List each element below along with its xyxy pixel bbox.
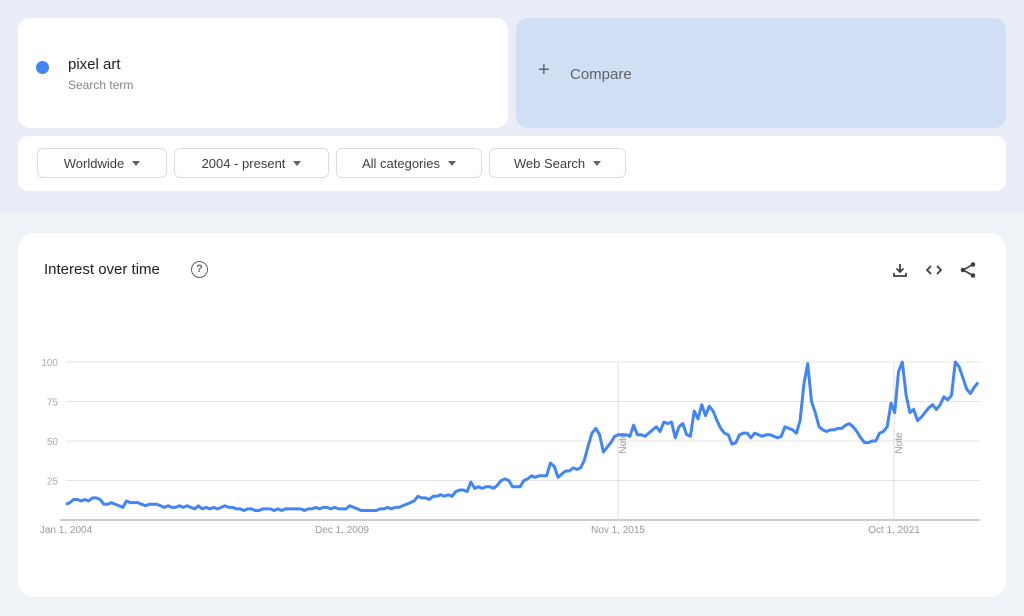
data-point[interactable] — [873, 439, 878, 444]
data-point[interactable] — [847, 421, 852, 426]
data-point[interactable] — [972, 385, 977, 390]
y-tick-label: 75 — [47, 398, 59, 409]
x-tick-label: Jan 1, 2004 — [40, 525, 93, 536]
data-point[interactable] — [654, 424, 659, 429]
interest-line-chart[interactable]: 25 50 75 100 Jan 1, 2004 Dec 1, 2009 Nov 1, 2… — [0, 0, 1024, 616]
data-point[interactable] — [468, 480, 473, 485]
data-point[interactable] — [907, 410, 912, 415]
data-point[interactable] — [900, 360, 905, 365]
data-point[interactable] — [608, 440, 613, 445]
data-point[interactable] — [643, 434, 648, 439]
data-point[interactable] — [718, 426, 723, 431]
data-point[interactable] — [885, 424, 890, 429]
data-point[interactable] — [495, 483, 500, 488]
data-point[interactable] — [801, 382, 806, 387]
data-point[interactable] — [559, 472, 564, 477]
data-point[interactable] — [627, 434, 632, 439]
x-tick-label: Dec 1, 2009 — [315, 525, 369, 536]
data-point[interactable] — [98, 497, 103, 502]
data-point[interactable] — [881, 429, 886, 434]
data-point[interactable] — [779, 434, 784, 439]
data-point[interactable] — [578, 465, 583, 470]
data-point[interactable] — [593, 426, 598, 431]
data-point[interactable] — [601, 450, 606, 455]
data-point[interactable] — [552, 464, 557, 469]
data-point[interactable] — [790, 427, 795, 432]
data-point[interactable] — [412, 499, 417, 504]
data-point[interactable] — [733, 440, 738, 445]
y-tick-label: 25 — [47, 477, 59, 488]
data-point[interactable] — [896, 369, 901, 374]
data-point[interactable] — [938, 402, 943, 407]
data-point[interactable] — [450, 494, 455, 499]
data-point[interactable] — [858, 435, 863, 440]
data-point[interactable] — [658, 429, 663, 434]
data-point[interactable] — [798, 418, 803, 423]
data-point[interactable] — [960, 375, 965, 380]
data-point[interactable] — [680, 421, 685, 426]
data-point[interactable] — [703, 413, 708, 418]
data-point[interactable] — [854, 429, 859, 434]
data-point[interactable] — [631, 423, 636, 428]
data-point[interactable] — [518, 484, 523, 489]
data-point[interactable] — [726, 432, 731, 437]
data-point[interactable] — [673, 435, 678, 440]
data-point[interactable] — [669, 420, 674, 425]
data-point[interactable] — [934, 407, 939, 412]
data-point[interactable] — [745, 431, 750, 436]
data-point[interactable] — [889, 401, 894, 406]
data-point[interactable] — [506, 478, 511, 483]
data-point[interactable] — [586, 443, 591, 448]
data-point[interactable] — [805, 361, 810, 366]
data-point[interactable] — [427, 497, 432, 502]
data-point[interactable] — [794, 431, 799, 436]
data-point[interactable] — [957, 364, 962, 369]
x-tick-label: Nov 1, 2015 — [591, 525, 645, 536]
data-point[interactable] — [590, 431, 595, 436]
note-label: Note — [894, 432, 905, 454]
data-point[interactable] — [964, 386, 969, 391]
data-point[interactable] — [930, 402, 935, 407]
data-point[interactable] — [945, 397, 950, 402]
y-tick-label: 50 — [47, 437, 59, 448]
data-point[interactable] — [809, 399, 814, 404]
x-tick-label: Oct 1, 2021 — [868, 525, 920, 536]
data-point[interactable] — [605, 445, 610, 450]
data-point[interactable] — [646, 431, 651, 436]
data-point[interactable] — [120, 505, 125, 510]
data-point[interactable] — [839, 426, 844, 431]
data-point[interactable] — [692, 409, 697, 414]
data-point[interactable] — [976, 380, 981, 385]
data-point[interactable] — [582, 458, 587, 463]
data-point[interactable] — [597, 432, 602, 437]
data-point[interactable] — [968, 391, 973, 396]
data-point[interactable] — [714, 418, 719, 423]
data-point[interactable] — [911, 407, 916, 412]
data-point[interactable] — [465, 489, 470, 494]
data-point[interactable] — [711, 409, 716, 414]
data-point[interactable] — [677, 424, 682, 429]
data-point[interactable] — [904, 393, 909, 398]
data-point[interactable] — [696, 416, 701, 421]
data-point[interactable] — [919, 415, 924, 420]
data-point[interactable] — [707, 404, 712, 409]
data-point[interactable] — [851, 424, 856, 429]
data-point[interactable] — [953, 360, 958, 365]
y-tick-label: 100 — [41, 358, 58, 369]
data-point[interactable] — [544, 473, 549, 478]
data-point[interactable] — [949, 393, 954, 398]
data-point[interactable] — [491, 486, 496, 491]
data-point[interactable] — [748, 435, 753, 440]
data-point[interactable] — [923, 410, 928, 415]
data-point[interactable] — [699, 402, 704, 407]
data-point[interactable] — [688, 434, 693, 439]
data-point[interactable] — [813, 410, 818, 415]
data-point[interactable] — [892, 410, 897, 415]
data-point[interactable] — [548, 461, 553, 466]
